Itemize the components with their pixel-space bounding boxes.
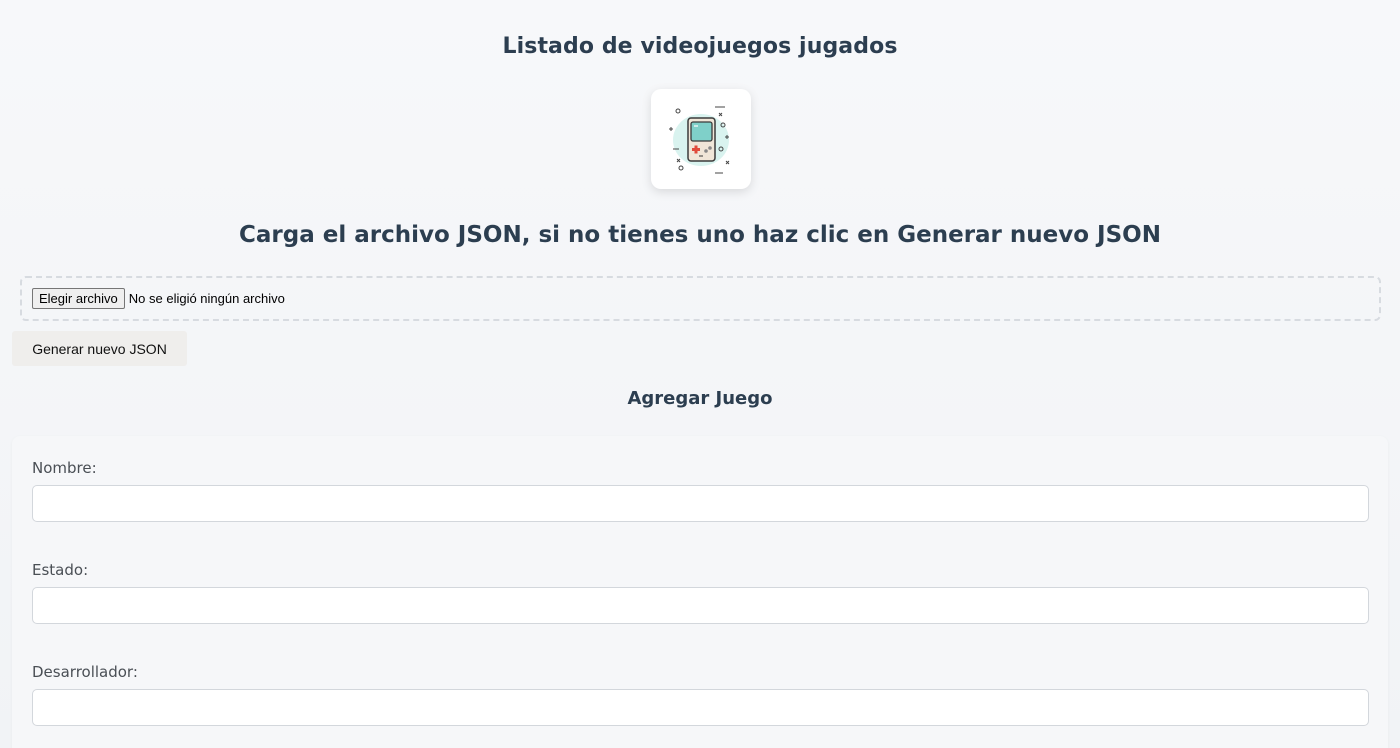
upload-instruction: Carga el archivo JSON, si no tienes uno … [239, 222, 1161, 248]
name-input[interactable] [32, 485, 1369, 522]
developer-input[interactable] [32, 689, 1369, 726]
file-status-text: No se eligió ningún archivo [128, 291, 285, 306]
developer-label: Desarrollador: [32, 663, 138, 681]
add-game-title: Agregar Juego [627, 388, 773, 409]
file-drop-zone[interactable]: Elegir archivo No se eligió ningún archi… [20, 276, 1381, 321]
name-label: Nombre: [32, 459, 97, 477]
logo-card [651, 89, 751, 189]
add-game-form: Nombre: Estado: Desarrollador: [12, 436, 1388, 748]
status-input[interactable] [32, 587, 1369, 624]
generate-json-button[interactable]: Generar nuevo JSON [12, 331, 187, 366]
page-title: Listado de videojuegos jugados [502, 34, 898, 59]
choose-file-button[interactable]: Elegir archivo [32, 288, 125, 309]
status-label: Estado: [32, 561, 89, 579]
handheld-console-icon [669, 106, 730, 174]
